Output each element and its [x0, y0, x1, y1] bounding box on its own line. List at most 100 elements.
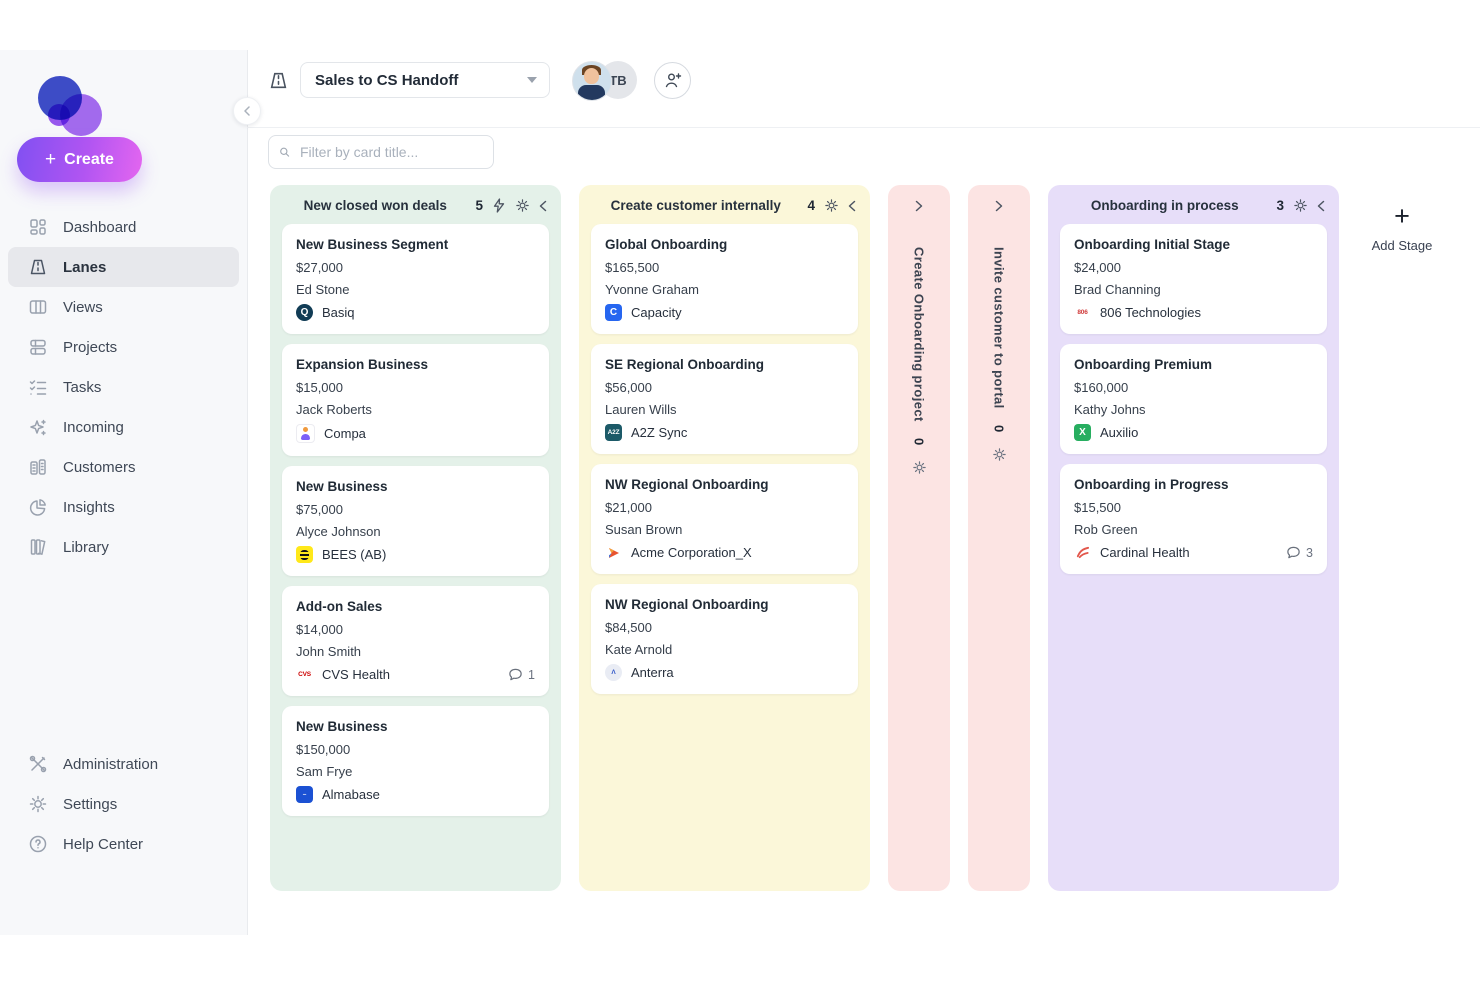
company-logo-icon: Q — [296, 304, 313, 321]
stage-count: 5 — [475, 198, 483, 213]
sidebar-item-library[interactable]: Library — [8, 527, 239, 567]
card-value: $165,500 — [605, 260, 844, 275]
company-logo-icon: CVS — [296, 666, 313, 683]
sidebar-footer-nav: Administration Settings Help Center — [0, 744, 247, 864]
sidebar-collapse-toggle[interactable] — [233, 97, 261, 125]
collapse-stage-icon[interactable] — [1317, 200, 1325, 212]
card-person: Susan Brown — [605, 522, 844, 537]
company-name: Basiq — [322, 305, 355, 320]
stage-title: Invite customer to portal — [992, 247, 1007, 409]
search-icon — [279, 144, 290, 160]
comment-count-label: 3 — [1306, 546, 1313, 560]
company-name: 806 Technologies — [1100, 305, 1201, 320]
collapse-stage-icon[interactable] — [539, 200, 547, 212]
insights-icon — [28, 497, 48, 517]
sidebar-item-customers[interactable]: Customers — [8, 447, 239, 487]
stage-settings-icon[interactable] — [1293, 198, 1308, 213]
tasks-icon — [28, 377, 48, 397]
comment-icon — [1286, 545, 1301, 560]
comment-count[interactable]: 3 — [1286, 545, 1313, 560]
kanban-board: New closed won deals 5 New Business Segm… — [270, 185, 1447, 891]
card[interactable]: Onboarding Initial Stage $24,000 Brad Ch… — [1060, 224, 1327, 334]
company-name: Cardinal Health — [1100, 545, 1190, 560]
collapse-stage-icon[interactable] — [848, 200, 856, 212]
sidebar-item-settings[interactable]: Settings — [8, 784, 239, 824]
card[interactable]: New Business $150,000 Sam Frye –Almabase — [282, 706, 549, 816]
sidebar-item-incoming[interactable]: Incoming — [8, 407, 239, 447]
board-selector-dropdown[interactable]: Sales to CS Handoff — [300, 62, 550, 98]
card-person: Jack Roberts — [296, 402, 535, 417]
topbar: Sales to CS Handoff TB — [268, 60, 691, 100]
lanes-icon — [268, 70, 289, 91]
card[interactable]: Onboarding in Progress $15,500 Rob Green… — [1060, 464, 1327, 574]
card-value: $15,000 — [296, 380, 535, 395]
card-title: SE Regional Onboarding — [605, 357, 844, 372]
sidebar-item-label: Settings — [63, 796, 117, 813]
stage-new-closed-won-deals: New closed won deals 5 New Business Segm… — [270, 185, 561, 891]
stage-settings-icon[interactable] — [515, 198, 530, 213]
create-button[interactable]: + Create — [17, 137, 142, 182]
sidebar-item-insights[interactable]: Insights — [8, 487, 239, 527]
company-logo-icon — [1074, 544, 1091, 561]
filter-input[interactable] — [298, 143, 483, 161]
invite-member-button[interactable] — [654, 62, 691, 99]
help-center-icon — [28, 834, 48, 854]
card[interactable]: Add-on Sales $14,000 John Smith CVS CVS … — [282, 586, 549, 696]
sidebar-item-tasks[interactable]: Tasks — [8, 367, 239, 407]
sidebar-item-label: Projects — [63, 339, 117, 356]
company-name: CVS Health — [322, 667, 390, 682]
sidebar-item-dashboard[interactable]: Dashboard — [8, 207, 239, 247]
stage-settings-icon[interactable] — [824, 198, 839, 213]
sidebar-item-views[interactable]: Views — [8, 287, 239, 327]
stage-header: Create customer internally 4 — [579, 185, 870, 222]
card[interactable]: NW Regional Onboarding $21,000 Susan Bro… — [591, 464, 858, 574]
automation-icon[interactable] — [492, 198, 506, 213]
card-person: Alyce Johnson — [296, 524, 535, 539]
sidebar-item-label: Library — [63, 539, 109, 556]
stage-settings-icon[interactable] — [992, 447, 1007, 467]
sidebar-item-label: Lanes — [63, 259, 106, 276]
card[interactable]: Global Onboarding $165,500 Yvonne Graham… — [591, 224, 858, 334]
topbar-divider — [247, 127, 1480, 128]
card-person: Brad Channing — [1074, 282, 1313, 297]
expand-stage-icon[interactable] — [989, 195, 1009, 217]
comment-count[interactable]: 1 — [508, 667, 535, 682]
card[interactable]: Onboarding Premium $160,000 Kathy Johns … — [1060, 344, 1327, 454]
stage-title: New closed won deals — [284, 198, 466, 213]
stage-settings-icon[interactable] — [912, 460, 927, 480]
add-stage-button[interactable]: + Add Stage — [1357, 203, 1447, 253]
board-members: TB — [572, 61, 638, 99]
sidebar-item-help-center[interactable]: Help Center — [8, 824, 239, 864]
sidebar-item-label: Help Center — [63, 836, 143, 853]
company-logo-icon: C — [605, 304, 622, 321]
company-logo-icon: 806 — [1074, 304, 1091, 321]
sidebar-item-projects[interactable]: Projects — [8, 327, 239, 367]
card[interactable]: NW Regional Onboarding $84,500 Kate Arno… — [591, 584, 858, 694]
card[interactable]: SE Regional Onboarding $56,000 Lauren Wi… — [591, 344, 858, 454]
sidebar-item-label: Incoming — [63, 419, 124, 436]
customers-icon — [28, 457, 48, 477]
card-title: New Business Segment — [296, 237, 535, 252]
card-title: Onboarding Initial Stage — [1074, 237, 1313, 252]
add-person-icon — [664, 71, 682, 89]
card-value: $15,500 — [1074, 500, 1313, 515]
card-value: $21,000 — [605, 500, 844, 515]
sidebar-item-lanes[interactable]: Lanes — [8, 247, 239, 287]
expand-stage-icon[interactable] — [909, 195, 929, 217]
company-logo-icon — [296, 424, 315, 443]
stage-count: 3 — [1276, 198, 1284, 213]
stage-title: Create Onboarding project — [912, 247, 927, 422]
stage-title: Create customer internally — [593, 198, 798, 213]
incoming-icon — [28, 417, 48, 437]
sidebar-item-administration[interactable]: Administration — [8, 744, 239, 784]
sidebar-item-label: Administration — [63, 756, 158, 773]
card[interactable]: Expansion Business $15,000 Jack Roberts … — [282, 344, 549, 456]
sidebar-item-label: Insights — [63, 499, 115, 516]
card-title: New Business — [296, 479, 535, 494]
stage-header: Onboarding in process 3 — [1048, 185, 1339, 222]
company-name: A2Z Sync — [631, 425, 687, 440]
card[interactable]: New Business $75,000 Alyce Johnson BEES … — [282, 466, 549, 576]
stage-cards: Global Onboarding $165,500 Yvonne Graham… — [579, 222, 870, 706]
card[interactable]: New Business Segment $27,000 Ed Stone QB… — [282, 224, 549, 334]
avatar[interactable] — [572, 61, 612, 101]
